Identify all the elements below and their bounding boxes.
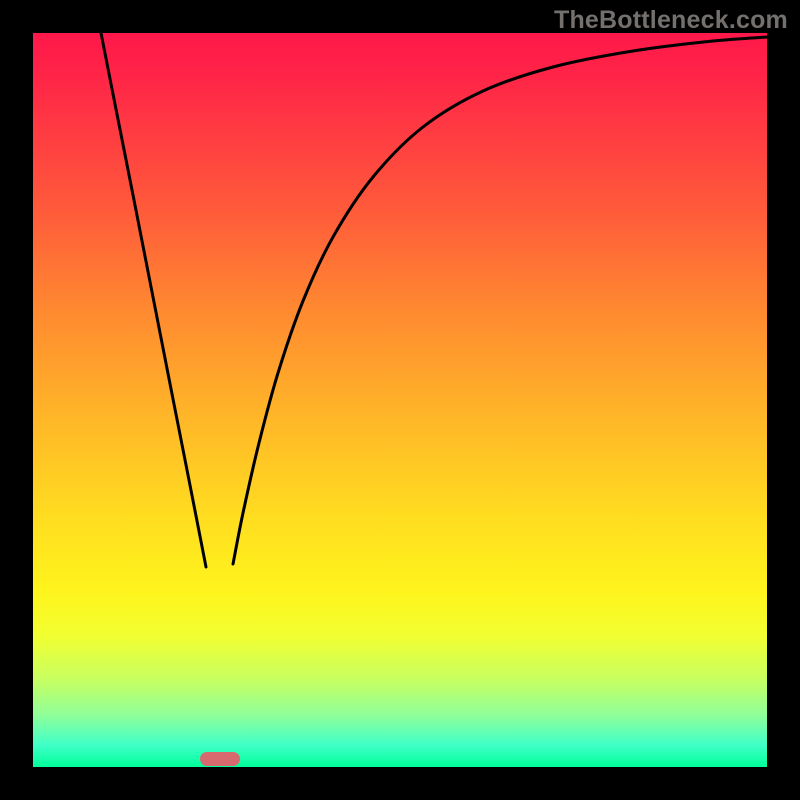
bottleneck-marker [200, 752, 240, 766]
watermark-text: TheBottleneck.com [554, 6, 788, 35]
curve-left-branch [101, 33, 206, 567]
chart-frame: TheBottleneck.com [0, 0, 800, 800]
curve-layer [33, 33, 767, 767]
plot-area [33, 33, 767, 767]
curve-right-branch [233, 37, 767, 564]
